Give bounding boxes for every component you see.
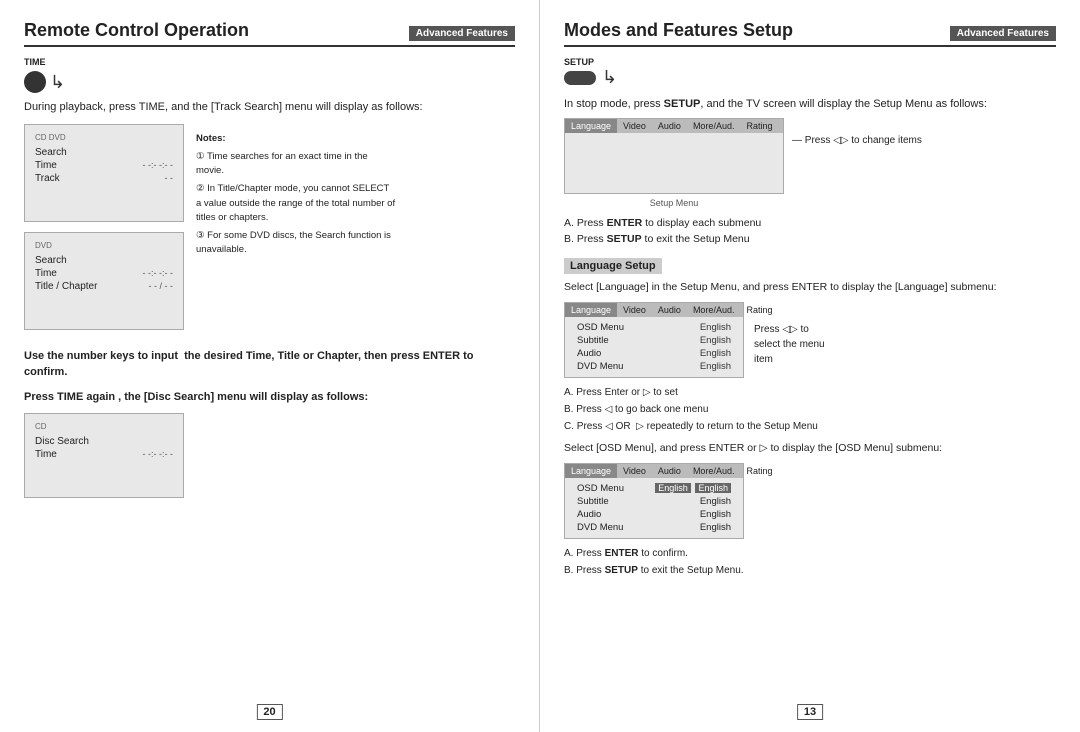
screen2-row2: Time- -:- -:- - — [35, 267, 173, 280]
osd-tab-rating: Rating — [740, 464, 778, 478]
right-title: Modes and Features Setup — [564, 20, 950, 41]
osd-instr-a: A. Press ENTER to confirm. — [564, 545, 1056, 562]
right-page: Modes and Features Setup Advanced Featur… — [540, 0, 1080, 732]
tab-audio: Audio — [652, 119, 687, 133]
osd-tab-language: Language — [565, 464, 617, 478]
setup-menu-screen: Language Video Audio More/Aud. Rating — [564, 118, 784, 194]
osd-row-dvdmenu: DVD MenuEnglish — [571, 521, 737, 534]
side-note: — Press ◁▷ to change items — [792, 118, 922, 148]
setup-menu-caption: Setup Menu — [564, 198, 784, 208]
screen1-row1: Search — [35, 146, 173, 159]
menu-body — [565, 133, 783, 193]
screen3-row2: Time- -:- -:- - — [35, 448, 173, 461]
note1: ① Time searches for an exact time in the… — [196, 150, 396, 179]
lang-row-audio: AudioEnglish — [571, 347, 737, 360]
lang-select-note: Press ◁▷ toselect the menuitem — [754, 302, 825, 367]
tab-video: Video — [617, 119, 652, 133]
osd-menu-tabs: Language Video Audio More/Aud. Rating — [565, 464, 743, 478]
note3: ③ For some DVD discs, the Search functio… — [196, 229, 396, 258]
language-setup-label: Language Setup — [564, 258, 662, 274]
menu-tabs: Language Video Audio More/Aud. Rating — [565, 119, 783, 133]
notes-title: Notes: — [196, 133, 226, 144]
right-badge: Advanced Features — [950, 26, 1056, 41]
screen3: CD Disc Search Time- -:- -:- - — [24, 413, 184, 498]
osd-row-audio: AudioEnglish — [571, 508, 737, 521]
instruction2: Use the number keys to input the desired… — [24, 348, 515, 381]
setup-text-label: SETUP — [564, 57, 594, 67]
right-page-number: 13 — [797, 704, 823, 718]
left-page-num-box: 20 — [256, 704, 282, 720]
lang-row-osd: OSD MenuEnglish — [571, 321, 737, 334]
lang-instructions: A. Press Enter or ▷ to set B. Press ◁ to… — [564, 384, 1056, 435]
lang-instr-a: A. Press Enter or ▷ to set — [564, 384, 1056, 401]
left-title: Remote Control Operation — [24, 20, 409, 41]
lang-menu-tabs: Language Video Audio More/Aud. Rating — [565, 303, 743, 317]
right-header: Modes and Features Setup Advanced Featur… — [564, 20, 1056, 47]
instruction1: During playback, press TIME, and the [Tr… — [24, 99, 515, 116]
note2: ② In Title/Chapter mode, you cannot SELE… — [196, 182, 396, 225]
osd-tab-video: Video — [617, 464, 652, 478]
setup-label: SETUP ↳ — [564, 57, 617, 88]
osd-row-subtitle: SubtitleEnglish — [571, 495, 737, 508]
setup-button-icon — [564, 71, 596, 85]
osd-instr-b: B. Press SETUP to exit the Setup Menu. — [564, 562, 1056, 579]
osd-screen: Language Video Audio More/Aud. Rating OS… — [564, 463, 744, 539]
setup-instructions: A. Press ENTER to display each submenu B… — [564, 215, 1056, 249]
notes-content: ① Time searches for an exact time in the… — [196, 150, 396, 258]
tab-moreaudio: More/Aud. — [687, 119, 741, 133]
intro-text: In stop mode, press SETUP, and the TV sc… — [564, 96, 1056, 114]
screen1: CD DVD Search Time- -:- -:- - Track- - — [24, 124, 184, 222]
left-header: Remote Control Operation Advanced Featur… — [24, 20, 515, 47]
left-page-number: 20 — [256, 704, 282, 718]
osd-english-highlight2: English — [695, 483, 731, 493]
lang-instr-b: B. Press ◁ to go back one menu — [564, 401, 1056, 418]
lang-screen: Language Video Audio More/Aud. Rating OS… — [564, 302, 744, 378]
lang-menu-body: OSD MenuEnglish SubtitleEnglish AudioEng… — [565, 317, 743, 377]
lang-tab-more: More/Aud. — [687, 303, 741, 317]
screen3-label: CD — [35, 422, 173, 431]
tab-rating: Rating — [740, 119, 778, 133]
osd-tab-audio: Audio — [652, 464, 687, 478]
screen2: DVD Search Time- -:- -:- - Title / Chapt… — [24, 232, 184, 330]
notes-block: Notes: ① Time searches for an exact time… — [196, 132, 396, 340]
lang-intro: Select [Language] in the Setup Menu, and… — [564, 280, 1056, 296]
left-badge: Advanced Features — [409, 26, 515, 41]
lang-tab-audio: Audio — [652, 303, 687, 317]
time-icon-row: ↳ — [24, 71, 515, 93]
screen2-label: DVD — [35, 241, 173, 250]
setup-icon-row: SETUP ↳ — [564, 57, 1056, 88]
lang-row-subtitle: SubtitleEnglish — [571, 334, 737, 347]
setup-menu-section: Language Video Audio More/Aud. Rating Se… — [564, 118, 1056, 211]
setup-instr-a: A. Press ENTER to display each submenu — [564, 215, 1056, 232]
instruction3: Press TIME again , the [Disc Search] men… — [24, 389, 515, 406]
screen3-row1: Disc Search — [35, 435, 173, 448]
screen2-row1: Search — [35, 254, 173, 267]
screen2-row3: Title / Chapter- - / - - — [35, 280, 173, 293]
left-page: Remote Control Operation Advanced Featur… — [0, 0, 540, 732]
lang-tab-language: Language — [565, 303, 617, 317]
lang-tab-video: Video — [617, 303, 652, 317]
osd-instructions: A. Press ENTER to confirm. B. Press SETU… — [564, 545, 1056, 579]
screen1-row2: Time- -:- -:- - — [35, 159, 173, 172]
osd-tab-more: More/Aud. — [687, 464, 741, 478]
time-button-icon — [24, 71, 46, 93]
setup-instr-b: B. Press SETUP to exit the Setup Menu — [564, 231, 1056, 248]
screen-notes-row: CD DVD Search Time- -:- -:- - Track- - D… — [24, 124, 515, 340]
screen1-label: CD DVD — [35, 133, 173, 142]
time-label: TIME — [24, 57, 515, 67]
tab-language: Language — [565, 119, 617, 133]
lang-screen-wrap: Language Video Audio More/Aud. Rating OS… — [564, 302, 1056, 378]
right-page-num-box: 13 — [797, 704, 823, 720]
osd-intro: Select [OSD Menu], and press ENTER or ▷ … — [564, 441, 1056, 457]
osd-menu-body: OSD Menu English English SubtitleEnglish… — [565, 478, 743, 538]
screen1-row3: Track- - — [35, 172, 173, 185]
arrow-icon: ↳ — [50, 72, 65, 93]
lang-instr-c: C. Press ◁ OR ▷ repeatedly to return to … — [564, 418, 1056, 435]
osd-english-highlight: English — [655, 483, 691, 493]
osd-row-osd: OSD Menu English English — [571, 482, 737, 495]
setup-arrow-icon: ↳ — [602, 67, 617, 88]
lang-row-dvdmenu: DVD MenuEnglish — [571, 360, 737, 373]
